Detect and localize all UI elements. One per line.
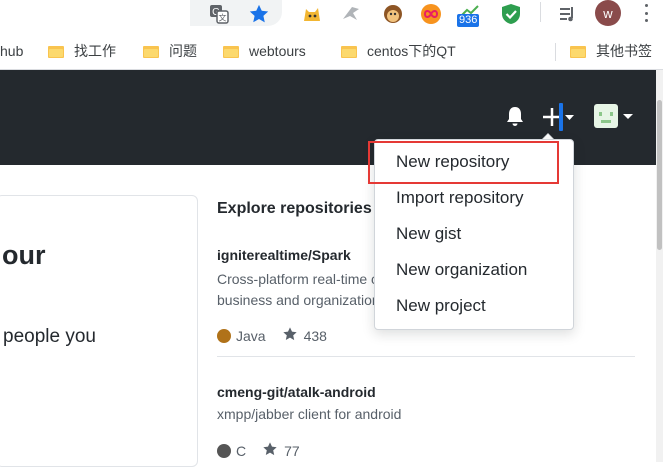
folder-icon <box>223 45 239 58</box>
language-color-dot <box>217 328 231 343</box>
bookmark-find-job[interactable]: 找工作 <box>48 34 116 68</box>
repo-language: C <box>236 442 247 459</box>
folder-icon <box>341 45 357 58</box>
extension-badge-count: 936 <box>457 14 480 27</box>
monkey-extension-icon[interactable] <box>382 3 404 25</box>
repo-stars[interactable]: 438 <box>304 328 327 344</box>
infinity-extension-icon[interactable] <box>420 3 442 25</box>
annotation-highlight-box <box>368 141 559 184</box>
cat-extension-icon[interactable] <box>301 3 323 25</box>
repo-divider <box>217 356 635 357</box>
dashboard-heading: our <box>2 240 46 270</box>
omnibox-edge[interactable]: G文 <box>190 0 282 26</box>
explore-repositories-title: Explore repositories <box>217 200 372 217</box>
bookmark-separator <box>555 43 556 61</box>
bookmark-star-icon[interactable] <box>248 3 270 25</box>
folder-icon <box>143 45 159 58</box>
svg-text:文: 文 <box>219 13 227 23</box>
bookmark-questions[interactable]: 问题 <box>143 34 197 68</box>
user-avatar-dropdown[interactable] <box>594 104 634 128</box>
bookmark-other[interactable]: 其他书签 <box>570 34 652 68</box>
menu-item-new-gist[interactable]: New gist <box>396 224 461 244</box>
toolbar-separator <box>540 2 541 22</box>
dashboard-text: people you <box>3 326 96 347</box>
menu-item-new-project[interactable]: New project <box>396 296 486 316</box>
star-icon <box>282 326 298 345</box>
bookmark-label: webtours <box>249 43 306 59</box>
page-scrollbar[interactable] <box>656 70 663 462</box>
bookmark-hub[interactable]: hub <box>0 34 23 68</box>
bookmark-label: 找工作 <box>74 43 116 59</box>
repo-meta: C 77 <box>217 441 300 460</box>
repo-item: cmeng-git/atalk-android xmpp/jabber clie… <box>217 384 637 425</box>
menu-item-new-organization[interactable]: New organization <box>396 260 527 280</box>
repo-meta: Java 438 <box>217 326 327 345</box>
bookmark-centos-qt[interactable]: centos下的QT <box>341 34 456 68</box>
bird-extension-icon[interactable] <box>340 3 362 25</box>
folder-icon <box>48 45 64 58</box>
repo-language: Java <box>236 327 266 344</box>
browser-profile-avatar[interactable]: w <box>595 0 621 26</box>
star-icon <box>262 441 278 460</box>
repo-description: xmpp/jabber client for android <box>217 404 637 425</box>
folder-icon <box>570 45 586 58</box>
bookmark-label: centos下的QT <box>367 43 456 59</box>
browser-toolbar: G文 936 w <box>0 0 663 34</box>
menu-item-import-repository[interactable]: Import repository <box>396 188 524 208</box>
bookmarks-bar: hub 找工作 问题 webtours centos下的QT 其他书签 <box>0 34 663 70</box>
repo-description-line: xmpp/jabber client for android <box>217 406 402 422</box>
notifications-bell-icon[interactable] <box>505 104 525 128</box>
bookmark-label: 问题 <box>169 43 197 59</box>
translate-icon[interactable]: G文 <box>208 3 230 25</box>
shield-check-icon[interactable] <box>500 3 522 25</box>
browser-menu-icon[interactable] <box>643 4 649 22</box>
bookmark-label: hub <box>0 43 24 59</box>
bookmark-label: 其他书签 <box>596 43 652 59</box>
text-cursor <box>559 103 563 131</box>
repo-stars[interactable]: 77 <box>284 443 300 459</box>
media-queue-icon[interactable] <box>557 3 579 25</box>
language-color-dot <box>217 443 231 458</box>
repo-name-link[interactable]: cmeng-git/atalk-android <box>217 384 637 400</box>
bookmark-webtours[interactable]: webtours <box>223 34 306 68</box>
create-new-dropdown-button[interactable] <box>541 106 575 128</box>
